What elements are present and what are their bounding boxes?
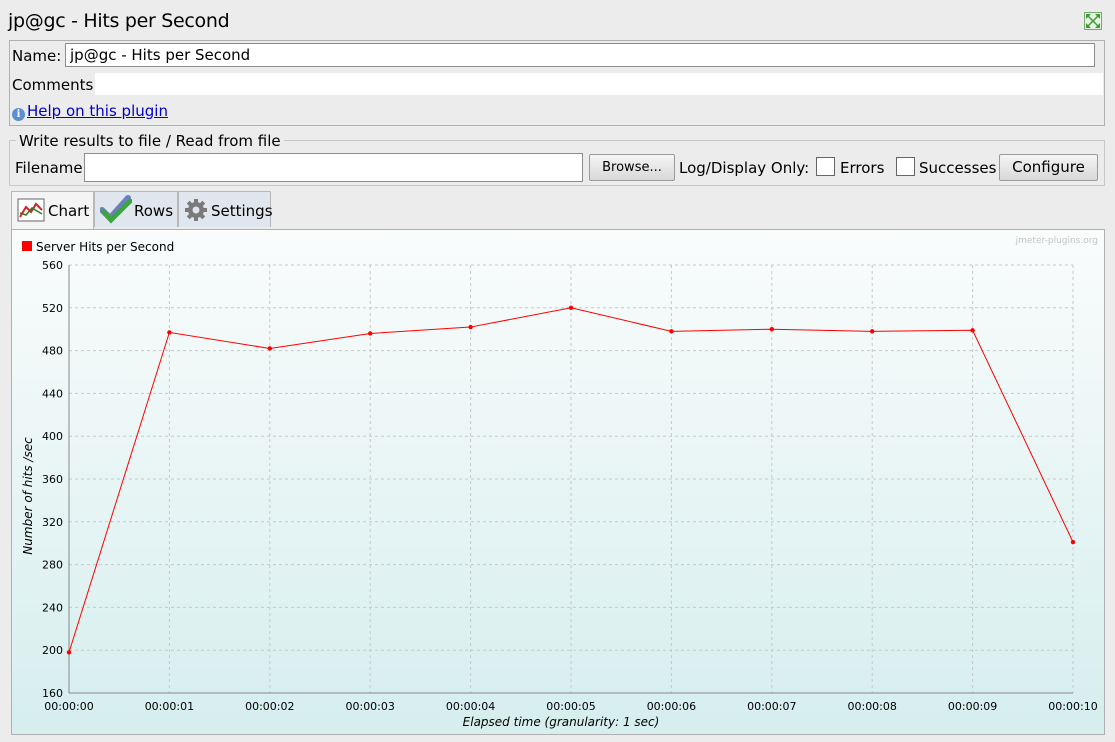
y-tick-label: 240 xyxy=(42,601,63,614)
y-tick-label: 160 xyxy=(42,687,63,700)
name-field[interactable] xyxy=(65,43,1095,67)
x-tick-label: 00:00:06 xyxy=(647,700,696,713)
errors-checkbox[interactable] xyxy=(816,157,835,176)
data-point xyxy=(669,329,674,334)
comments-field[interactable] xyxy=(95,73,1103,95)
data-point xyxy=(468,324,473,330)
info-icon: i xyxy=(12,108,25,121)
data-point xyxy=(769,327,774,332)
tab-settings-label: Settings xyxy=(211,202,273,220)
data-point xyxy=(568,305,574,310)
comments-label: Comments: xyxy=(12,76,99,94)
data-point xyxy=(267,346,272,351)
x-tick-label: 00:00:01 xyxy=(145,700,194,713)
tab-settings[interactable]: Settings xyxy=(178,191,273,227)
help-link[interactable]: Help on this plugin xyxy=(27,102,168,120)
x-tick-label: 00:00:03 xyxy=(345,700,394,713)
data-point xyxy=(970,328,975,333)
errors-label: Errors xyxy=(840,159,885,177)
successes-checkbox[interactable] xyxy=(896,157,915,176)
chart-background xyxy=(12,230,1104,734)
data-point xyxy=(368,331,373,336)
successes-label: Successes xyxy=(919,159,997,177)
y-tick-label: 440 xyxy=(42,387,63,400)
help-row: i Help on this plugin xyxy=(12,102,168,121)
filename-input[interactable] xyxy=(84,153,583,182)
data-point xyxy=(1070,539,1076,545)
gear-icon xyxy=(185,199,207,221)
x-tick-label: 00:00:05 xyxy=(546,700,595,713)
checkmark-icon xyxy=(100,195,132,224)
chart-icon xyxy=(17,198,45,222)
x-axis-title: Elapsed time (granularity: 1 sec) xyxy=(463,715,660,729)
log-display-only-label: Log/Display Only: xyxy=(679,159,810,177)
hits-per-second-chart: jmeter-plugins.org Server Hits per Secon… xyxy=(12,230,1104,734)
y-tick-label: 480 xyxy=(42,345,63,358)
file-panel-legend: Write results to file / Read from file xyxy=(16,132,284,150)
info-panel: Name: Comments: iHelp on this plugin xyxy=(9,40,1105,126)
configure-button[interactable]: Configure xyxy=(999,154,1098,181)
expand-icon[interactable] xyxy=(1084,12,1102,30)
data-point xyxy=(870,329,875,334)
legend-swatch xyxy=(22,241,32,251)
legend-label: Server Hits per Second xyxy=(36,240,174,254)
y-tick-label: 280 xyxy=(42,559,63,572)
y-tick-label: 200 xyxy=(42,644,63,657)
tab-rows-label: Rows xyxy=(134,202,174,220)
tab-chart[interactable]: Chart xyxy=(11,191,94,229)
y-tick-label: 320 xyxy=(42,516,63,529)
x-tick-label: 00:00:00 xyxy=(44,700,93,713)
x-tick-label: 00:00:04 xyxy=(446,700,495,713)
x-tick-label: 00:00:07 xyxy=(747,700,796,713)
y-tick-label: 560 xyxy=(42,259,63,272)
filename-label: Filename xyxy=(15,159,83,177)
y-tick-label: 360 xyxy=(42,473,63,486)
y-axis-title: Number of hits /sec xyxy=(21,437,35,555)
chart-watermark: jmeter-plugins.org xyxy=(1015,236,1098,246)
chart-panel: jmeter-plugins.org Server Hits per Secon… xyxy=(11,229,1105,735)
file-panel: Write results to file / Read from file F… xyxy=(9,132,1105,186)
x-tick-label: 00:00:09 xyxy=(948,700,997,713)
data-point xyxy=(167,330,172,335)
name-label: Name: xyxy=(12,47,62,65)
tab-chart-label: Chart xyxy=(48,202,90,220)
y-tick-label: 520 xyxy=(42,302,63,315)
tab-rows[interactable]: Rows xyxy=(94,191,178,227)
window-title: jp@gc - Hits per Second xyxy=(8,10,230,32)
x-tick-label: 00:00:10 xyxy=(1048,700,1097,713)
x-tick-label: 00:00:08 xyxy=(847,700,896,713)
y-tick-label: 400 xyxy=(42,430,63,443)
data-point xyxy=(66,650,72,655)
x-tick-label: 00:00:02 xyxy=(245,700,294,713)
browse-button[interactable]: Browse... xyxy=(589,154,675,181)
